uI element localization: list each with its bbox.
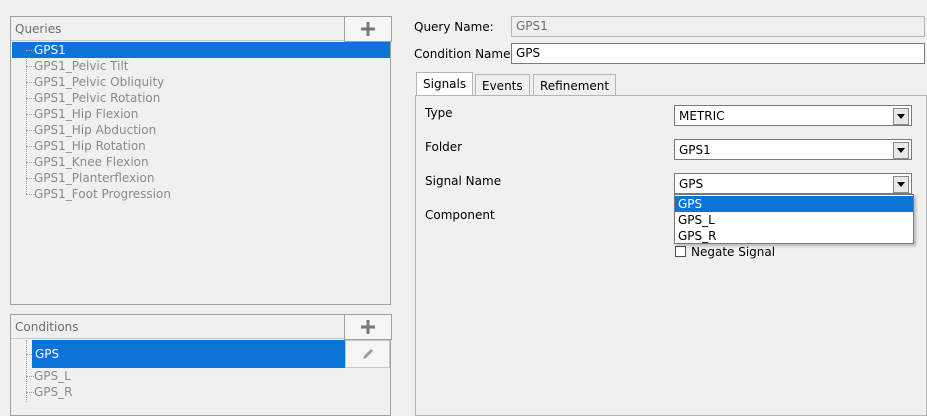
- query-label: GPS1_Hip Rotation: [34, 139, 146, 153]
- tree-connector: [26, 66, 34, 67]
- conditions-title: Conditions: [15, 320, 79, 334]
- query-label: GPS1_Hip Flexion: [34, 107, 139, 121]
- tree-item-query-4[interactable]: GPS1_Hip Flexion: [12, 106, 390, 122]
- query-label: GPS1: [34, 43, 66, 57]
- tree-connector: [26, 162, 34, 163]
- tree-item-query-1[interactable]: GPS1_Pelvic Tilt: [12, 58, 390, 74]
- tree-item-query-8[interactable]: GPS1_Planterflexion: [12, 170, 390, 186]
- query-label: GPS1_Planterflexion: [34, 171, 155, 185]
- type-label: Type: [425, 106, 453, 120]
- add-query-button[interactable]: [344, 16, 392, 42]
- tree-item-query-3[interactable]: GPS1_Pelvic Rotation: [12, 90, 390, 106]
- dropdown-option-2[interactable]: GPS_R: [675, 228, 913, 244]
- signal-name-select[interactable]: GPS: [674, 173, 912, 194]
- tree-connector: [26, 114, 34, 115]
- plus-icon: [361, 320, 375, 334]
- conditions-tree[interactable]: GPS GPS_L GPS_R: [12, 340, 390, 415]
- tab-label: Events: [482, 79, 523, 93]
- tab-events[interactable]: Events: [475, 74, 530, 96]
- tree-connector: [26, 354, 32, 355]
- dropdown-option-1[interactable]: GPS_L: [675, 212, 913, 228]
- tree-item-query-0[interactable]: GPS1: [12, 42, 390, 58]
- signal-name-dropdown: GPS GPS_L GPS_R: [674, 194, 914, 244]
- add-condition-button[interactable]: [344, 314, 392, 340]
- signal-name-label: Signal Name: [425, 174, 502, 188]
- tab-signals[interactable]: Signals: [416, 72, 474, 96]
- tree-connector: [26, 376, 34, 377]
- tab-label: Signals: [423, 77, 467, 91]
- tab-refinement[interactable]: Refinement: [533, 74, 617, 96]
- type-value: METRIC: [679, 109, 725, 123]
- tree-item-query-5[interactable]: GPS1_Hip Abduction: [12, 122, 390, 138]
- tree-item-query-7[interactable]: GPS1_Knee Flexion: [12, 154, 390, 170]
- plus-icon: [361, 22, 375, 36]
- signal-name-value: GPS: [679, 177, 704, 191]
- tree-item-condition-1[interactable]: GPS_L: [12, 368, 390, 384]
- query-label: GPS1_Hip Abduction: [34, 123, 157, 137]
- tree-connector: [26, 98, 34, 99]
- tree-connector: [26, 146, 34, 147]
- tree-connector: [26, 130, 34, 131]
- tree-connector: [26, 82, 34, 83]
- condition-label: GPS_R: [34, 385, 73, 399]
- tab-label: Refinement: [540, 79, 610, 93]
- query-label: GPS1_Pelvic Tilt: [34, 59, 129, 73]
- query-name-value: GPS1: [516, 19, 548, 33]
- pencil-icon: [362, 349, 373, 359]
- conditions-header: Conditions: [11, 315, 390, 339]
- negate-signal-checkbox[interactable]: [675, 246, 686, 257]
- queries-tree[interactable]: GPS1 GPS1_Pelvic Tilt GPS1_Pelvic Obliqu…: [12, 42, 390, 304]
- tree-item-query-9[interactable]: GPS1_Foot Progression: [12, 186, 390, 202]
- condition-label: GPS_L: [34, 369, 71, 383]
- conditions-panel: Conditions GPS GPS_L GPS_R: [10, 314, 392, 416]
- condition-name-field[interactable]: GPS: [511, 43, 925, 64]
- query-label: GPS1_Pelvic Obliquity: [34, 75, 165, 89]
- chevron-down-icon[interactable]: [893, 108, 909, 125]
- queries-panel: Queries GPS1 GPS1_Pelvic Tilt GPS1_Pelvi…: [10, 16, 392, 305]
- condition-name-label: Condition Name:: [414, 47, 515, 61]
- tree-connector: [26, 178, 34, 179]
- condition-label: GPS: [35, 347, 60, 361]
- chevron-down-icon[interactable]: [893, 176, 909, 193]
- type-select[interactable]: METRIC: [674, 105, 912, 126]
- tree-connector: [26, 392, 34, 393]
- folder-select[interactable]: GPS1: [674, 139, 912, 160]
- tree-item-condition-0[interactable]: GPS: [32, 340, 345, 368]
- edit-condition-button[interactable]: [345, 340, 390, 368]
- folder-value: GPS1: [679, 143, 711, 157]
- tree-connector: [26, 194, 34, 195]
- tree-item-query-2[interactable]: GPS1_Pelvic Obliquity: [12, 74, 390, 90]
- queries-header: Queries: [11, 17, 390, 41]
- query-label: GPS1_Knee Flexion: [34, 155, 149, 169]
- tree-connector: [26, 50, 34, 51]
- chevron-down-icon[interactable]: [893, 142, 909, 159]
- folder-label: Folder: [425, 140, 463, 154]
- component-label: Component: [425, 208, 495, 222]
- tree-item-condition-2[interactable]: GPS_R: [12, 384, 390, 400]
- condition-name-value: GPS: [516, 46, 541, 60]
- query-name-field[interactable]: GPS1: [511, 16, 925, 37]
- query-label: GPS1_Pelvic Rotation: [34, 91, 161, 105]
- query-name-label: Query Name:: [414, 20, 494, 34]
- negate-signal-label: Negate Signal: [691, 245, 776, 259]
- dropdown-option-0[interactable]: GPS: [675, 196, 913, 212]
- queries-title: Queries: [15, 22, 62, 36]
- tree-item-query-6[interactable]: GPS1_Hip Rotation: [12, 138, 390, 154]
- query-label: GPS1_Foot Progression: [34, 187, 171, 201]
